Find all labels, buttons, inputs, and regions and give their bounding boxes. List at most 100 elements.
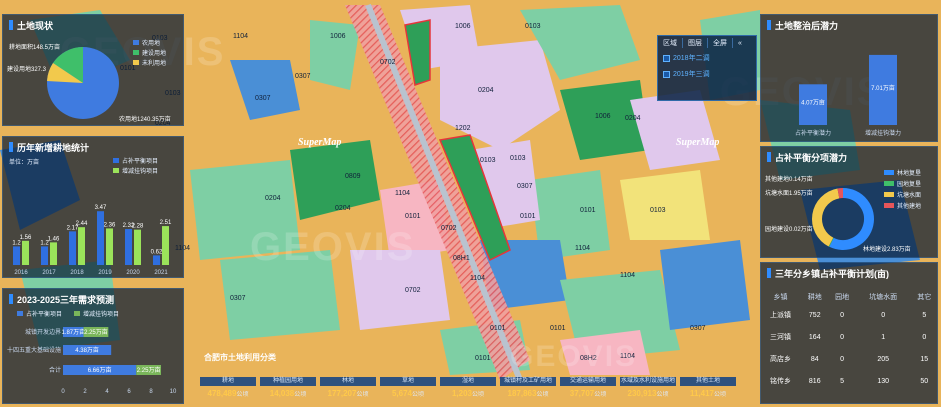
stat-value: 5,674公顷 (391, 389, 425, 398)
potential-bar-chart: 4.07万亩占补平衡潜力 7.01万亩增减挂钩潜力 (795, 54, 901, 137)
table-row: 上派镇 752 0 0 5 (770, 311, 927, 320)
stat-label: 城镇村及工矿用地 (500, 377, 556, 386)
land-use-stat: 交通运输用地 37,707公顷 (560, 377, 616, 403)
bar-value-label: 4.38万亩 (75, 346, 99, 354)
stat-label: 其他土地 (680, 377, 736, 386)
svg-text:耕地面积148.5万亩: 耕地面积148.5万亩 (9, 43, 60, 51)
bar (162, 226, 169, 265)
parcel-code-label: 0307 (255, 95, 271, 102)
x-tick-label: 6 (127, 389, 131, 395)
stat-label: 水域及水利设施用地 (620, 377, 676, 386)
x-tick-label: 2021 (154, 270, 168, 276)
donut-label: 其他建地0.14万亩 (765, 175, 813, 183)
stat-value: 14,038公顷 (269, 389, 307, 398)
parcel-code-label: 0307 (295, 73, 311, 80)
parcel-code-label: 0101 (405, 213, 421, 220)
x-tick-label: 8 (149, 389, 153, 395)
title-marker-icon (9, 142, 13, 152)
land-use-stat: 湿地 1,203公顷 (440, 377, 496, 403)
land-use-stat: 草地 5,674公顷 (380, 377, 436, 403)
stat-value: 1,203公顷 (451, 389, 485, 398)
x-tick-label: 10 (170, 389, 177, 395)
yearly-bar-chart: 1.21.5620161.21.4620172.172.4420183.472.… (12, 205, 172, 276)
stat-value: 37,707公顷 (569, 389, 607, 398)
table-row: 高店乡 84 0 205 15 (770, 355, 929, 364)
parcel-code-label: 0103 (480, 157, 496, 164)
stat-label: 种植园用地 (260, 377, 316, 386)
panel-land-status: 土地现状 耕地面积148.5万亩 建设用地327.3 农用地1240.35万亩 … (2, 14, 184, 126)
svg-text:农用地1240.35万亩: 农用地1240.35万亩 (119, 115, 171, 123)
parcel-code-label: 0103 (510, 155, 526, 162)
layer-switcher: 区域 图层 全屏 « 2018年二调 2019年三调 (657, 35, 757, 101)
tab-region[interactable]: 区域 (658, 38, 683, 48)
checkbox-icon[interactable] (663, 54, 670, 62)
layer-option[interactable]: 2019年三调 (658, 66, 756, 82)
stat-label: 耕地 (200, 377, 256, 386)
parcel-code-label: 0101 (580, 207, 596, 214)
parcel-code-label: 1104 (620, 272, 635, 279)
bar-value-label: 2.25万亩 (137, 366, 161, 374)
panel-title: 占补平衡分项潜力 (767, 150, 847, 164)
bar-value-label: 2.25万亩 (84, 328, 108, 336)
bar-value-label: 0.62 (151, 249, 163, 255)
tab-fullscreen[interactable]: 全屏 (708, 38, 733, 48)
land-use-stat: 水域及水利设施用地 230,913公顷 (620, 377, 676, 403)
layer-option[interactable]: 2018年二调 (658, 50, 756, 66)
bar-value-label: 1.87万亩 (61, 328, 85, 336)
x-tick-label: 2016 (14, 270, 28, 276)
bar (125, 229, 132, 265)
y-tick-label: 合计 (49, 366, 61, 374)
y-tick-label: 城镇开发边界 (25, 328, 61, 336)
land-use-stat: 耕地 478,489公顷 (200, 377, 256, 403)
parcel-code-label: 1202 (455, 125, 471, 132)
parcel-code-label: 1104 (395, 190, 410, 197)
land-status-legend: 农用地 建设用地 未利用地 (133, 39, 166, 69)
watermark-supermap: SuperMap (298, 137, 342, 148)
stat-label: 草地 (380, 377, 436, 386)
x-tick-label: 增减挂钩潜力 (865, 129, 901, 137)
x-tick-label: 4 (105, 389, 109, 395)
parcel-code-label: 1006 (455, 23, 471, 30)
parcel-code-label: 08H1 (453, 255, 470, 262)
parcel-code-label: 0307 (230, 295, 246, 302)
table-row: 铭传乡 816 5 130 50 (770, 377, 929, 386)
parcel-code-label: 0101 (490, 325, 506, 332)
parcel-code-label: 1104 (470, 275, 485, 282)
parcel-code-label: 0307 (517, 183, 533, 190)
donut-label: 林地建设2.83万亩 (863, 245, 911, 253)
parcel-code-label: 0103 (650, 207, 666, 214)
x-tick-label: 占补平衡潜力 (795, 129, 831, 137)
bar-value-label: 2.44 (76, 221, 88, 227)
parcel-code-label: 0204 (625, 115, 641, 122)
checkbox-icon[interactable] (663, 70, 670, 78)
tab-layers[interactable]: 图层 (683, 38, 708, 48)
panel-title: 三年分乡镇占补平衡计划(亩) (767, 266, 889, 280)
parcel-code-label: 0809 (345, 173, 361, 180)
land-use-stat: 城镇村及工矿用地 187,863公顷 (500, 377, 556, 403)
parcel-code-label: 0103 (525, 23, 541, 30)
parcel-code-label: 0307 (690, 325, 706, 332)
x-tick-label: 2020 (126, 270, 140, 276)
donut-slice (812, 188, 840, 247)
bottom-title: 合肥市土地利用分类 (204, 353, 276, 362)
bar-value-label: 1.2 (12, 240, 21, 246)
stat-value: 478,489公顷 (207, 389, 249, 398)
parcel-code-label: 0204 (478, 87, 494, 94)
parcel-code-label: 0702 (441, 225, 457, 232)
collapse-icon[interactable]: « (733, 40, 747, 47)
title-marker-icon (767, 268, 771, 278)
panel-three-year-plan: 2023-2025三年需求预测 占补平衡项目 增减挂钩项目 城镇开发边界 1.87… (2, 288, 184, 404)
layer-switcher-tabs: 区域 图层 全屏 « (658, 36, 756, 50)
panel-title: 土地整治后潜力 (767, 18, 838, 32)
parcel-code-label: 1104 (575, 245, 590, 252)
title-marker-icon (767, 152, 771, 162)
bar (13, 246, 20, 265)
land-use-stat: 种植园用地 14,038公顷 (260, 377, 316, 403)
legend-item: 建设用地 (133, 49, 166, 59)
table-row: 三河镇 164 0 1 0 (770, 333, 927, 342)
stat-label: 林地 (320, 377, 376, 386)
panel-potential: 土地整治后潜力 4.07万亩 占补平衡潜力 7.01万亩 增减挂钩潜力 (760, 14, 938, 142)
balance-legend: 林地复垦 园地复垦 坑塘水面 其他建地 (884, 169, 921, 213)
x-tick-label: 2018 (70, 270, 84, 276)
donut-label: 园地建设0.02万亩 (765, 225, 813, 233)
